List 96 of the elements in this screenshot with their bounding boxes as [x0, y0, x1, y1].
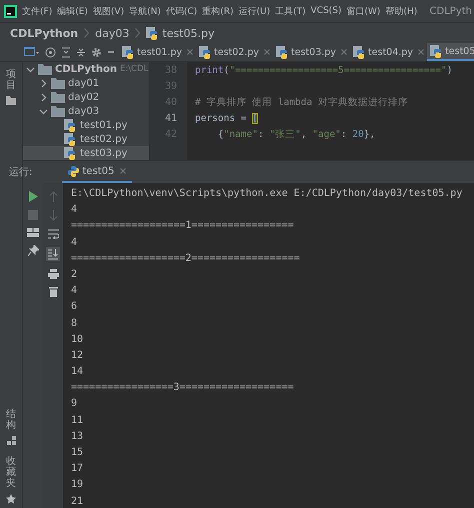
console-output-line: =================3===================: [71, 381, 295, 396]
breadcrumb-item[interactable]: test05.py: [146, 26, 214, 40]
side-tool-button[interactable]: 收藏夹: [6, 453, 16, 504]
chevron-right-icon[interactable]: [39, 92, 48, 102]
python-logo-icon: [68, 166, 80, 176]
menu-item[interactable]: 文件(F): [22, 4, 52, 18]
console-output-line: ===================2==================: [71, 252, 301, 266]
python-file-icon: [64, 132, 77, 146]
console-output-line: 4: [71, 236, 78, 250]
editor-tab[interactable]: test01.py: [119, 43, 196, 61]
console-output-line: 17: [71, 462, 84, 476]
tree-item[interactable]: test02.py: [23, 132, 149, 146]
close-icon[interactable]: [120, 168, 126, 174]
close-icon[interactable]: [341, 49, 348, 55]
menu-item[interactable]: 导航(N): [129, 4, 161, 18]
menu-item[interactable]: 帮助(H): [385, 4, 418, 18]
chevron-down-icon[interactable]: [26, 64, 35, 74]
python-file-icon: [430, 44, 444, 58]
menu-item[interactable]: 窗口(W): [346, 4, 380, 18]
tree-item[interactable]: day01: [23, 76, 149, 90]
menu-item[interactable]: VCS(S): [310, 6, 342, 16]
menu-item[interactable]: 代码(C): [166, 4, 198, 18]
line-number: 41: [164, 112, 178, 126]
print-icon[interactable]: [48, 269, 58, 279]
folder-icon: [51, 77, 65, 89]
scroll-to-end-icon[interactable]: [46, 247, 60, 261]
chevron-right-icon[interactable]: [39, 78, 48, 88]
tree-item[interactable]: test03.py: [23, 146, 149, 160]
menu-item[interactable]: 编辑(E): [57, 4, 88, 18]
app-logo-icon: [4, 4, 17, 18]
menu-item[interactable]: 视图(V): [92, 4, 124, 18]
window-icon[interactable]: [24, 47, 40, 57]
console-output-line: E:\CDLPython\venv\Scripts\python.exe E:/CDLPython/day03/test05.py: [71, 187, 464, 201]
target-icon[interactable]: [45, 46, 56, 58]
console-output-line: 21: [71, 494, 84, 508]
close-icon[interactable]: [418, 49, 424, 55]
console-output-line: 11: [71, 414, 84, 428]
folder-icon: [51, 91, 65, 103]
python-file-icon: [122, 45, 135, 59]
star-icon: [6, 494, 16, 504]
tree-item[interactable]: day03: [23, 104, 149, 118]
tree-item[interactable]: test01.py: [23, 118, 149, 132]
python-file-icon: [146, 26, 160, 40]
expand-all-icon[interactable]: [61, 46, 71, 58]
console-output-line: 12: [71, 348, 84, 363]
console-output-line: 14: [71, 365, 84, 380]
breadcrumb-item[interactable]: day03: [95, 26, 130, 40]
trash-icon[interactable]: [48, 287, 58, 297]
python-file-icon: [353, 45, 366, 59]
tree-item[interactable]: day02: [23, 90, 149, 104]
code-line: {"name": "张三", "age": 20},: [216, 128, 376, 142]
console-output-line: 13: [71, 430, 84, 444]
chevron-right-icon: [84, 28, 90, 38]
console-output-line: ===================1=================: [71, 219, 295, 234]
editor-tab[interactable]: test02.py: [196, 43, 274, 61]
pin-icon[interactable]: [28, 245, 38, 256]
settings-icon[interactable]: [91, 46, 102, 58]
python-file-icon: [199, 45, 212, 59]
menu-item[interactable]: 重构(R): [202, 4, 234, 18]
run-panel-label: 运行:: [9, 166, 32, 179]
console-output-line: 6: [71, 300, 78, 314]
console-output-line: 19: [71, 478, 84, 492]
console-output-line: 2: [71, 268, 78, 282]
editor-tab[interactable]: test04.py: [350, 43, 428, 61]
folder-icon: [6, 96, 16, 105]
collapse-all-icon[interactable]: [76, 46, 86, 58]
breadcrumb-item[interactable]: CDLPython: [10, 26, 78, 40]
side-tool-button[interactable]: 结构: [6, 406, 16, 445]
close-icon[interactable]: [187, 49, 194, 55]
folder-icon: [51, 105, 65, 117]
code-line: # 字典排序 使用 lambda 对字典数据进行排序: [195, 96, 409, 110]
chevron-down-icon[interactable]: [39, 106, 48, 116]
console-output-line: 9: [71, 397, 78, 412]
folder-path: E:\CDL: [120, 64, 148, 74]
code-line: persons = [: [195, 112, 259, 126]
side-tool-button[interactable]: 项目: [6, 66, 16, 105]
python-file-icon: [276, 45, 290, 59]
python-file-icon: [64, 146, 77, 160]
python-file-icon: [64, 118, 77, 132]
tree-item[interactable]: CDLPython E:\CDL: [23, 62, 149, 76]
code-line: print("==================5================="): [195, 64, 454, 78]
console-output-line: 4: [71, 284, 78, 298]
menu-item[interactable]: 工具(T): [275, 4, 306, 18]
console-output-line: 10: [71, 332, 84, 347]
run-icon[interactable]: [28, 191, 38, 202]
close-icon[interactable]: [264, 49, 270, 55]
soft-wrap-icon[interactable]: [48, 229, 58, 239]
window-title: CDLPyth: [430, 6, 472, 16]
console-output-line: 8: [71, 316, 78, 330]
chevron-right-icon: [135, 28, 140, 38]
layout-icon[interactable]: [27, 228, 39, 237]
menu-item[interactable]: 运行(U): [238, 4, 270, 18]
console-output-line: 15: [71, 446, 84, 460]
editor-tab[interactable]: test03.py: [273, 43, 350, 61]
console-output-line: 4: [71, 203, 78, 218]
structure-icon: [6, 436, 16, 445]
